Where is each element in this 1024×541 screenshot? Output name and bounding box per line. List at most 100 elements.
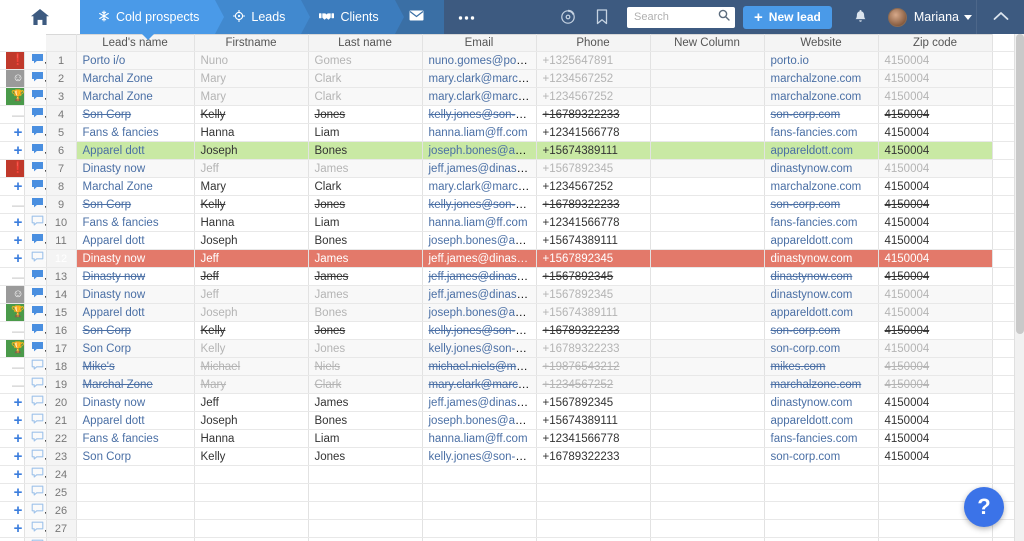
status-chip-add[interactable]: + <box>6 142 24 159</box>
cell-zip-code[interactable]: 4150004 <box>878 430 992 448</box>
cell-website[interactable]: marchalzone.com <box>764 376 878 394</box>
cell-last-name[interactable] <box>308 538 422 541</box>
cell-phone[interactable]: +1234567252 <box>536 376 650 394</box>
cell-firstname[interactable]: Hanna <box>194 124 308 142</box>
cell-leads-name[interactable]: Son Corp <box>76 448 194 466</box>
cell-website[interactable] <box>764 520 878 538</box>
row-comment-cell[interactable] <box>24 394 46 412</box>
status-chip-add[interactable]: + <box>6 178 24 195</box>
cell-zip-code[interactable]: 4150004 <box>878 448 992 466</box>
status-chip-neutral[interactable]: ☺ <box>6 70 24 87</box>
row-comment-cell[interactable] <box>24 430 46 448</box>
table-row[interactable]: 🏆17Son CorpKellyJoneskelly.jones@son-cor… <box>0 340 1024 358</box>
cell-new-column[interactable] <box>650 304 764 322</box>
cell-zip-code[interactable]: 4150004 <box>878 268 992 286</box>
cell-email[interactable]: kelly.jones@son-corp.com <box>422 106 536 124</box>
comment-icon-filled[interactable] <box>31 269 44 284</box>
cell-new-column[interactable] <box>650 358 764 376</box>
cell-phone[interactable]: +12341566778 <box>536 214 650 232</box>
cell-phone[interactable]: +16789322233 <box>536 196 650 214</box>
cell-website[interactable]: dinastynow.com <box>764 394 878 412</box>
cell-email[interactable]: hanna.liam@ff.com <box>422 124 536 142</box>
avatar[interactable] <box>888 8 907 27</box>
cell-zip-code[interactable]: 4150004 <box>878 250 992 268</box>
status-chip-urgent[interactable]: ❗ <box>6 52 24 69</box>
cell-last-name[interactable] <box>308 520 422 538</box>
cell-email[interactable]: jeff.james@dinastynow.c... <box>422 250 536 268</box>
cell-email[interactable]: jeff.james@dinastynow.c... <box>422 394 536 412</box>
table-row[interactable]: ☺14Dinasty nowJeffJamesjeff.james@dinast… <box>0 286 1024 304</box>
cell-leads-name[interactable]: Son Corp <box>76 322 194 340</box>
column-header-new-column[interactable]: New Column <box>650 35 764 52</box>
row-comment-cell[interactable] <box>24 214 46 232</box>
row-status-cell[interactable]: — <box>0 358 24 376</box>
comment-icon-filled[interactable] <box>31 233 44 248</box>
cell-firstname[interactable]: Mary <box>194 178 308 196</box>
row-comment-cell[interactable] <box>24 70 46 88</box>
comment-icon-empty[interactable] <box>31 395 44 410</box>
column-header-firstname[interactable]: Firstname <box>194 35 308 52</box>
cell-leads-name[interactable]: Porto i/o <box>76 52 194 70</box>
row-status-cell[interactable]: 🏆 <box>0 304 24 322</box>
cell-email[interactable]: jeff.james@dinastynow.c... <box>422 286 536 304</box>
cell-leads-name[interactable]: Dinasty now <box>76 250 194 268</box>
cell-zip-code[interactable]: 4150004 <box>878 70 992 88</box>
cell-leads-name[interactable] <box>76 484 194 502</box>
table-row[interactable]: —19Marchal ZoneMaryClarkmary.clark@march… <box>0 376 1024 394</box>
table-row[interactable]: —4Son CorpKellyJoneskelly.jones@son-corp… <box>0 106 1024 124</box>
row-status-cell[interactable]: + <box>0 232 24 250</box>
cell-new-column[interactable] <box>650 70 764 88</box>
row-comment-cell[interactable] <box>24 376 46 394</box>
row-comment-cell[interactable] <box>24 502 46 520</box>
cell-website[interactable]: son-corp.com <box>764 340 878 358</box>
cell-email[interactable]: mary.clark@marchalzone... <box>422 88 536 106</box>
comment-icon-filled[interactable] <box>31 341 44 356</box>
comment-icon-empty[interactable] <box>31 377 44 392</box>
table-row[interactable]: +23Son CorpKellyJoneskelly.jones@son-cor… <box>0 448 1024 466</box>
cell-email[interactable]: hanna.liam@ff.com <box>422 214 536 232</box>
cell-website[interactable]: son-corp.com <box>764 322 878 340</box>
table-row[interactable]: +8Marchal ZoneMaryClarkmary.clark@marcha… <box>0 178 1024 196</box>
row-comment-cell[interactable] <box>24 412 46 430</box>
cell-leads-name[interactable]: Apparel dott <box>76 142 194 160</box>
comment-icon-empty[interactable] <box>31 413 44 428</box>
comment-icon-filled[interactable] <box>31 143 44 158</box>
cell-phone[interactable]: +16789322233 <box>536 448 650 466</box>
table-row[interactable]: +11Apparel dottJosephBonesjoseph.bones@a… <box>0 232 1024 250</box>
cell-firstname[interactable]: Jeff <box>194 268 308 286</box>
row-status-cell[interactable]: ☺ <box>0 286 24 304</box>
status-chip-none[interactable]: — <box>6 268 24 285</box>
comment-icon-filled[interactable] <box>31 125 44 140</box>
table-row[interactable]: +25 <box>0 484 1024 502</box>
comment-icon-filled[interactable] <box>31 107 44 122</box>
row-status-cell[interactable]: — <box>0 196 24 214</box>
cell-leads-name[interactable] <box>76 538 194 541</box>
comment-icon-empty[interactable] <box>31 467 44 482</box>
cell-website[interactable]: dinastynow.com <box>764 250 878 268</box>
cell-firstname[interactable]: Michael <box>194 358 308 376</box>
cell-email[interactable]: joseph.bones@apparelld... <box>422 304 536 322</box>
cell-last-name[interactable]: Clark <box>308 70 422 88</box>
cell-phone[interactable] <box>536 502 650 520</box>
status-chip-add[interactable]: + <box>6 466 24 483</box>
cell-website[interactable]: son-corp.com <box>764 196 878 214</box>
comment-icon-filled[interactable] <box>31 53 44 68</box>
scrollbar-thumb[interactable] <box>1016 34 1024 334</box>
cell-last-name[interactable]: James <box>308 394 422 412</box>
cell-zip-code[interactable]: 4150004 <box>878 142 992 160</box>
status-chip-urgent[interactable]: ❗ <box>6 160 24 177</box>
row-status-cell[interactable]: — <box>0 376 24 394</box>
cell-zip-code[interactable]: 4150004 <box>878 214 992 232</box>
cell-email[interactable]: mary.clark@marchalzone... <box>422 178 536 196</box>
cell-phone[interactable]: +1325647891 <box>536 52 650 70</box>
row-comment-cell[interactable] <box>24 232 46 250</box>
status-chip-add[interactable]: + <box>6 214 24 231</box>
cell-last-name[interactable]: Liam <box>308 214 422 232</box>
row-comment-cell[interactable] <box>24 88 46 106</box>
cell-website[interactable]: appareldott.com <box>764 412 878 430</box>
cell-firstname[interactable]: Jeff <box>194 160 308 178</box>
table-row[interactable]: ❗1Porto i/oNunoGomesnuno.gomes@porto.io+… <box>0 52 1024 70</box>
table-row[interactable]: +21Apparel dottJosephBonesjoseph.bones@a… <box>0 412 1024 430</box>
cell-zip-code[interactable]: 4150004 <box>878 232 992 250</box>
row-status-cell[interactable]: + <box>0 178 24 196</box>
